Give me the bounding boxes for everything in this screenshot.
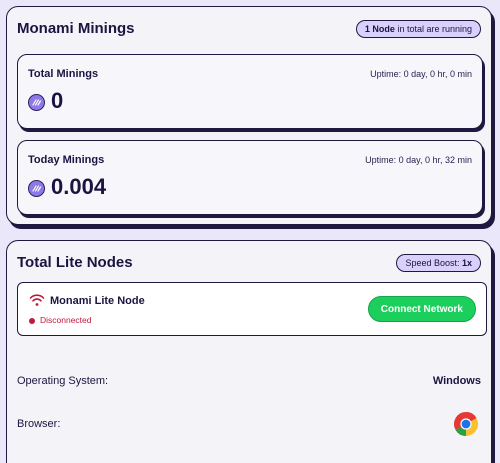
- monami-coin-icon: [28, 94, 45, 111]
- os-label: Operating System:: [17, 375, 109, 387]
- lite-node-card: Monami Lite Node Disconnected Connect Ne…: [17, 282, 487, 336]
- browser-label: Browser:: [17, 418, 61, 430]
- node-status: Disconnected: [40, 315, 92, 325]
- today-minings-uptime: Uptime: 0 day, 0 hr, 32 min: [365, 155, 472, 165]
- total-minings-card: Total Minings Uptime: 0 day, 0 hr, 0 min…: [17, 54, 483, 129]
- os-value: Windows: [432, 375, 481, 387]
- connect-network-button[interactable]: Connect Network: [367, 296, 476, 322]
- today-minings-card: Today Minings Uptime: 0 day, 0 hr, 32 mi…: [17, 140, 483, 215]
- lite-node-name: Monami Lite Node: [50, 295, 145, 307]
- total-minings-value: 0: [51, 88, 64, 113]
- total-minings-title: Total Minings: [28, 68, 99, 80]
- today-minings-title: Today Minings: [28, 154, 105, 166]
- lite-nodes-panel: Total Lite Nodes Speed Boost: 1x Monami …: [6, 240, 492, 463]
- total-minings-uptime: Uptime: 0 day, 0 hr, 0 min: [370, 69, 472, 79]
- speed-boost-value: 1x: [461, 258, 472, 268]
- today-minings-value: 0.004: [51, 174, 107, 199]
- chrome-icon: [453, 412, 479, 436]
- speed-boost-label: Speed Boost:: [405, 258, 462, 268]
- running-nodes-badge: 1 Node in total are running: [355, 20, 481, 38]
- monami-coin-icon: [28, 180, 45, 197]
- monami-minings-panel: Monami Minings 1 Node in total are runni…: [6, 6, 492, 225]
- running-nodes-suffix: in total are running: [394, 24, 472, 34]
- minings-title: Monami Minings: [17, 20, 135, 37]
- running-nodes-count: 1 Node: [364, 24, 395, 34]
- status-dot-icon: [29, 318, 35, 324]
- lite-nodes-title: Total Lite Nodes: [17, 254, 133, 271]
- wifi-icon: [29, 294, 45, 306]
- speed-boost-badge: Speed Boost: 1x: [396, 254, 481, 272]
